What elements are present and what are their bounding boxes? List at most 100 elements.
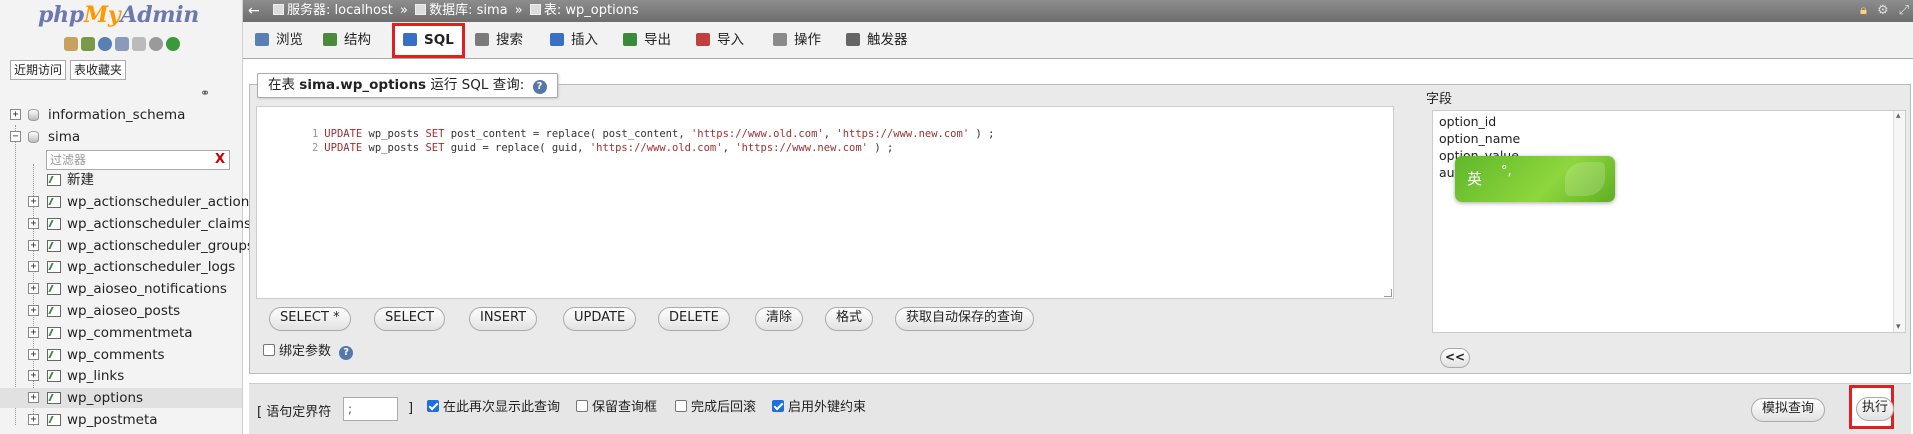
settings-icon[interactable] [132,37,146,51]
maximize-icon[interactable]: ⤢ [1899,0,1909,22]
table-name[interactable]: wp_actionscheduler_actions [67,192,256,212]
retain-query-box-checkbox[interactable] [576,400,588,412]
expand-icon[interactable]: + [28,349,39,360]
tab-insert[interactable]: 插入 [550,27,598,54]
sql-editor[interactable]: 1 UPDATE wp_posts SET post_content = repl… [256,106,1394,299]
help-icon[interactable] [98,37,112,51]
table-name[interactable]: wp_aioseo_posts [67,301,180,321]
simulate-query-button[interactable]: 模拟查询 [1751,398,1826,422]
expand-icon[interactable]: + [28,305,39,316]
table-name[interactable]: wp_options [67,388,143,408]
expand-icon[interactable]: + [28,392,39,403]
new-table-icon [47,174,61,186]
expand-icon[interactable]: + [28,414,39,425]
favorite-tables-tab[interactable]: 表收藏夹 [70,60,127,80]
show-query-again-checkbox[interactable] [427,400,439,412]
collapse-nav-arrow-icon[interactable]: ← [248,0,260,22]
table-name[interactable]: wp_actionscheduler_groups [67,236,254,256]
db-name[interactable]: sima [48,127,80,147]
table-name[interactable]: wp_postmeta [67,410,158,430]
tab-browse[interactable]: 浏览 [255,27,303,54]
bind-parameters-label[interactable]: 绑定参数 [279,344,331,359]
expand-icon[interactable]: + [28,283,39,294]
expand-icon[interactable]: + [28,370,39,381]
expand-icon[interactable]: + [28,261,39,272]
home-icon[interactable] [64,37,78,51]
table-name[interactable]: wp_actionscheduler_claims [67,214,251,234]
recent-tables-tab[interactable]: 近期访问 [10,60,67,80]
table-name[interactable]: wp_actionscheduler_logs [67,257,235,277]
rollback-option[interactable]: 完成后回滚 [675,396,756,415]
delimiter-input[interactable]: ; [343,397,398,421]
select-all-button[interactable]: SELECT * [269,307,351,331]
insert-icon [550,33,564,46]
insert-button[interactable]: INSERT [469,307,538,331]
table-filter-input[interactable]: 过滤器 X [46,150,230,170]
breadcrumb-database[interactable]: 数据库: sima [429,3,508,18]
phpmyadmin-logo[interactable]: phpMyAdmin [38,2,199,28]
delimiter-close-bracket: ] [408,401,414,416]
link-icon[interactable]: ⚭ [200,86,210,100]
new-table-link[interactable]: 新建 [67,170,94,190]
structure-icon [323,33,337,46]
ime-status-popup[interactable]: 英 °, [1455,156,1615,202]
collapse-icon[interactable]: − [10,131,21,142]
tab-sql[interactable]: SQL [392,23,465,58]
rollback-checkbox[interactable] [675,400,687,412]
expand-icon[interactable]: + [10,109,21,120]
clear-filter-icon[interactable]: X [215,151,225,169]
show-query-again-option[interactable]: 在此再次显示此查询 [427,396,560,415]
sql-query-window-icon[interactable] [81,37,95,51]
table-name[interactable]: wp_aioseo_notifications [67,279,227,299]
get-autosaved-query-button[interactable]: 获取自动保存的查询 [895,307,1035,331]
option-label[interactable]: 在此再次显示此查询 [443,400,560,415]
help-icon[interactable]: ? [339,346,354,360]
tab-triggers[interactable]: 触发器 [846,27,908,54]
resize-handle-icon[interactable] [1384,289,1392,297]
gear-icon[interactable] [149,37,163,51]
format-button[interactable]: 格式 [825,307,874,331]
tab-structure[interactable]: 结构 [323,27,371,54]
settings-gear-icon[interactable]: ⚙ [1877,0,1889,22]
option-label[interactable]: 保留查询框 [592,400,657,415]
delete-button[interactable]: DELETE [658,307,730,331]
foreign-key-checks-checkbox[interactable] [772,400,784,412]
field-option[interactable]: option_id [1439,114,1496,130]
retain-query-box-option[interactable]: 保留查询框 [576,396,657,415]
clear-button[interactable]: 清除 [755,307,804,331]
option-label[interactable]: 完成后回滚 [691,400,756,415]
tab-import[interactable]: 导入 [696,27,744,54]
foreign-key-checks-option[interactable]: 启用外键约束 [772,396,866,415]
update-button[interactable]: UPDATE [563,307,637,331]
nav-icon-bar [64,37,180,51]
db-name[interactable]: information_schema [48,105,185,125]
expand-icon[interactable]: + [28,240,39,251]
expand-icon[interactable]: + [28,218,39,229]
breadcrumb-table[interactable]: 表: wp_options [544,3,639,18]
tab-label: 触发器 [867,32,908,48]
expand-icon[interactable]: + [28,327,39,338]
table-name[interactable]: wp_links [67,366,124,386]
select-button[interactable]: SELECT [374,307,445,331]
table-name[interactable]: wp_comments [67,345,165,365]
fields-scrollbar[interactable] [1893,111,1905,332]
breadcrumb-server[interactable]: 服务器: localhost [287,3,393,18]
option-label[interactable]: 启用外键约束 [788,400,866,415]
sql-text: ) ; [969,128,995,140]
reload-icon[interactable] [166,37,180,51]
go-button[interactable]: 执行 [1856,397,1895,421]
bind-parameters-checkbox[interactable] [263,344,275,356]
fields-listbox[interactable]: option_id option_name option_value autol… [1432,110,1906,333]
tab-export[interactable]: 导出 [623,27,671,54]
insert-field-button[interactable]: << [1440,348,1470,368]
table-row[interactable]: + wp_options [0,388,242,408]
tab-operations[interactable]: 操作 [773,27,821,54]
delimiter-label: [ 语句定界符 [257,405,332,420]
tab-search[interactable]: 搜索 [475,27,523,54]
table-name[interactable]: wp_commentmeta [67,323,193,343]
lock-icon[interactable]: 🔒︎ [1860,0,1867,22]
field-option[interactable]: option_name [1439,131,1520,147]
help-icon[interactable]: ? [532,80,547,94]
expand-icon[interactable]: + [28,196,39,207]
docs-icon[interactable] [115,37,129,51]
